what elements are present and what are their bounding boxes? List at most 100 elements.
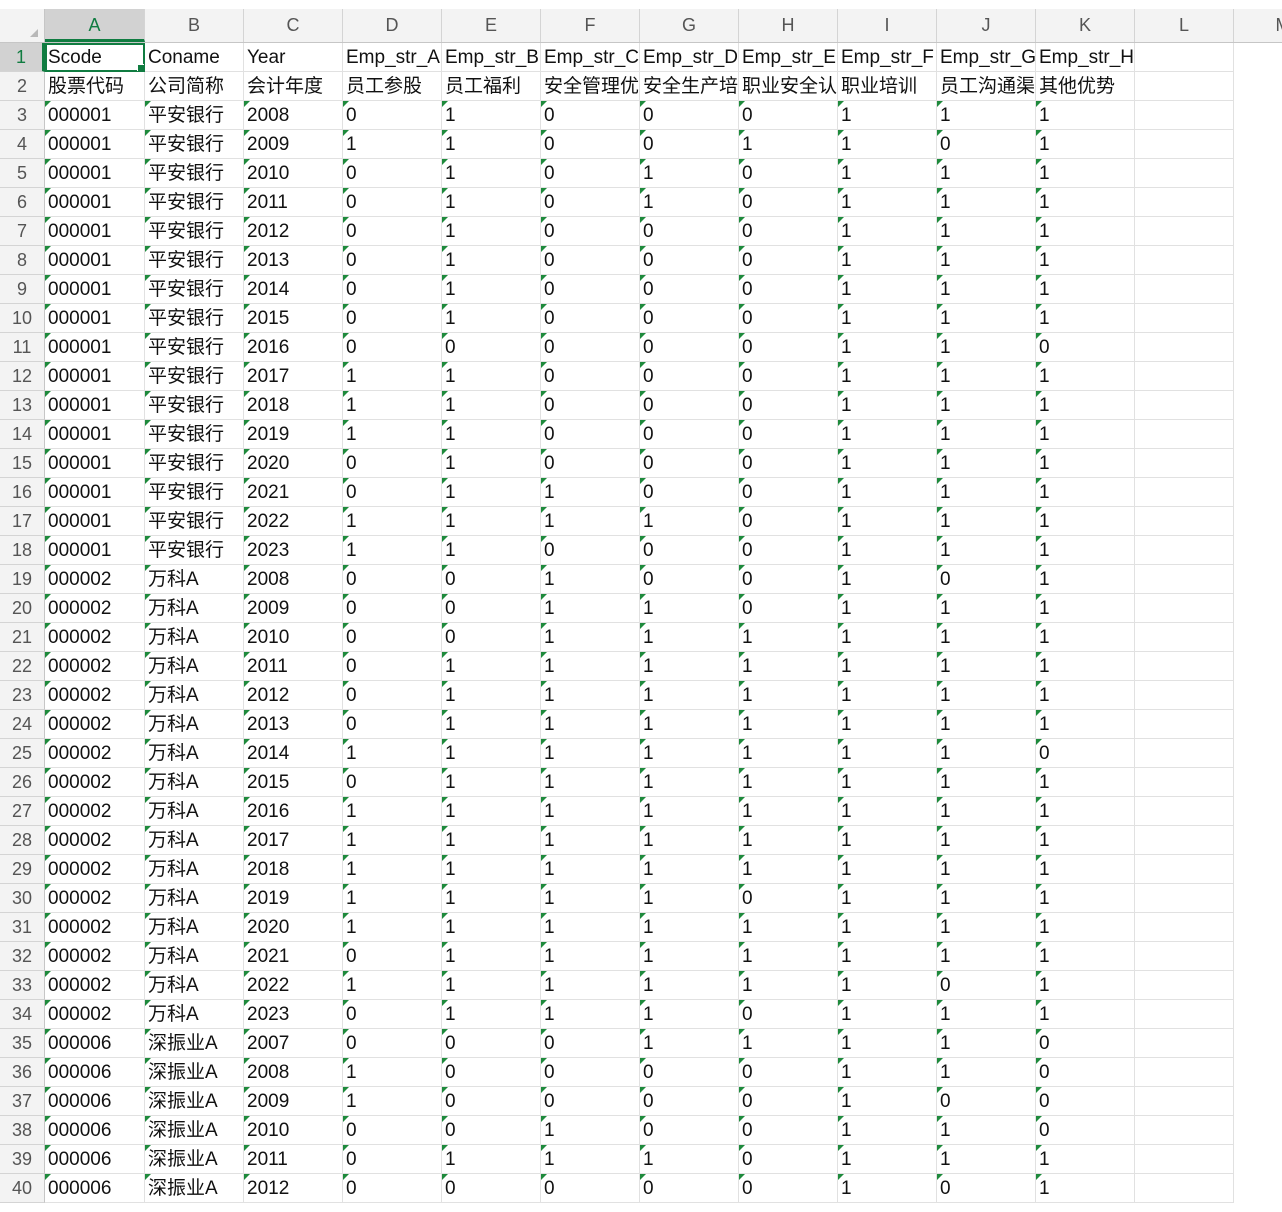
cell-k30[interactable]: 1: [1036, 884, 1135, 913]
cell-a23[interactable]: 000002: [45, 681, 145, 710]
cell-a35[interactable]: 000006: [45, 1029, 145, 1058]
cell-c2[interactable]: 会计年度: [244, 72, 343, 101]
cell-f22[interactable]: 1: [541, 652, 640, 681]
cell-b16[interactable]: 平安银行: [145, 478, 244, 507]
cell-k29[interactable]: 1: [1036, 855, 1135, 884]
cell-c16[interactable]: 2021: [244, 478, 343, 507]
cell-e15[interactable]: 1: [442, 449, 541, 478]
cell-k20[interactable]: 1: [1036, 594, 1135, 623]
cell-j34[interactable]: 1: [937, 1000, 1036, 1029]
cell-i6[interactable]: 1: [838, 188, 937, 217]
cell-h25[interactable]: 1: [739, 739, 838, 768]
cell-b11[interactable]: 平安银行: [145, 333, 244, 362]
cell-l37[interactable]: [1135, 1087, 1234, 1116]
cell-k9[interactable]: 1: [1036, 275, 1135, 304]
cell-l3[interactable]: [1135, 101, 1234, 130]
cell-b7[interactable]: 平安银行: [145, 217, 244, 246]
cell-d22[interactable]: 0: [343, 652, 442, 681]
cell-e30[interactable]: 1: [442, 884, 541, 913]
cell-e7[interactable]: 1: [442, 217, 541, 246]
cell-k2[interactable]: 其他优势: [1036, 72, 1135, 101]
cell-k15[interactable]: 1: [1036, 449, 1135, 478]
row-header-33[interactable]: 33: [0, 971, 45, 1000]
cell-b35[interactable]: 深振业A: [145, 1029, 244, 1058]
row-header-39[interactable]: 39: [0, 1145, 45, 1174]
cell-k1[interactable]: Emp_str_H: [1036, 43, 1135, 72]
cell-h32[interactable]: 1: [739, 942, 838, 971]
cell-j13[interactable]: 1: [937, 391, 1036, 420]
cell-g39[interactable]: 1: [640, 1145, 739, 1174]
cell-l33[interactable]: [1135, 971, 1234, 1000]
row-header-5[interactable]: 5: [0, 159, 45, 188]
cell-b31[interactable]: 万科A: [145, 913, 244, 942]
cell-l7[interactable]: [1135, 217, 1234, 246]
cell-l9[interactable]: [1135, 275, 1234, 304]
cell-h1[interactable]: Emp_str_E: [739, 43, 838, 72]
cell-k24[interactable]: 1: [1036, 710, 1135, 739]
cell-f30[interactable]: 1: [541, 884, 640, 913]
cell-l24[interactable]: [1135, 710, 1234, 739]
cell-c15[interactable]: 2020: [244, 449, 343, 478]
cell-g40[interactable]: 0: [640, 1174, 739, 1203]
cell-c1[interactable]: Year: [244, 43, 343, 72]
cell-j26[interactable]: 1: [937, 768, 1036, 797]
cell-k21[interactable]: 1: [1036, 623, 1135, 652]
cell-b8[interactable]: 平安银行: [145, 246, 244, 275]
cell-j10[interactable]: 1: [937, 304, 1036, 333]
cell-d27[interactable]: 1: [343, 797, 442, 826]
row-header-14[interactable]: 14: [0, 420, 45, 449]
cell-b3[interactable]: 平安银行: [145, 101, 244, 130]
cell-b1[interactable]: Coname: [145, 43, 244, 72]
cell-g35[interactable]: 1: [640, 1029, 739, 1058]
cell-i3[interactable]: 1: [838, 101, 937, 130]
row-header-28[interactable]: 28: [0, 826, 45, 855]
cell-e40[interactable]: 0: [442, 1174, 541, 1203]
cell-e2[interactable]: 员工福利: [442, 72, 541, 101]
cell-e21[interactable]: 0: [442, 623, 541, 652]
cell-k22[interactable]: 1: [1036, 652, 1135, 681]
row-header-11[interactable]: 11: [0, 333, 45, 362]
cell-f18[interactable]: 0: [541, 536, 640, 565]
cell-h7[interactable]: 0: [739, 217, 838, 246]
cell-h23[interactable]: 1: [739, 681, 838, 710]
cell-b39[interactable]: 深振业A: [145, 1145, 244, 1174]
cell-j16[interactable]: 1: [937, 478, 1036, 507]
cell-j8[interactable]: 1: [937, 246, 1036, 275]
row-header-4[interactable]: 4: [0, 130, 45, 159]
cell-c24[interactable]: 2013: [244, 710, 343, 739]
cell-l6[interactable]: [1135, 188, 1234, 217]
cell-l26[interactable]: [1135, 768, 1234, 797]
cell-b18[interactable]: 平安银行: [145, 536, 244, 565]
cell-g38[interactable]: 0: [640, 1116, 739, 1145]
cell-f24[interactable]: 1: [541, 710, 640, 739]
cell-l18[interactable]: [1135, 536, 1234, 565]
cell-d1[interactable]: Emp_str_A: [343, 43, 442, 72]
cell-j7[interactable]: 1: [937, 217, 1036, 246]
cell-e31[interactable]: 1: [442, 913, 541, 942]
cell-l27[interactable]: [1135, 797, 1234, 826]
cell-g8[interactable]: 0: [640, 246, 739, 275]
cell-i22[interactable]: 1: [838, 652, 937, 681]
cell-k27[interactable]: 1: [1036, 797, 1135, 826]
row-header-29[interactable]: 29: [0, 855, 45, 884]
cell-f3[interactable]: 0: [541, 101, 640, 130]
cell-f16[interactable]: 1: [541, 478, 640, 507]
cell-j6[interactable]: 1: [937, 188, 1036, 217]
cell-e11[interactable]: 0: [442, 333, 541, 362]
column-header-f[interactable]: F: [541, 9, 640, 42]
cell-a20[interactable]: 000002: [45, 594, 145, 623]
cell-g32[interactable]: 1: [640, 942, 739, 971]
cell-c31[interactable]: 2020: [244, 913, 343, 942]
cell-i20[interactable]: 1: [838, 594, 937, 623]
cell-l23[interactable]: [1135, 681, 1234, 710]
cell-j12[interactable]: 1: [937, 362, 1036, 391]
cell-h6[interactable]: 0: [739, 188, 838, 217]
cell-e8[interactable]: 1: [442, 246, 541, 275]
cell-e27[interactable]: 1: [442, 797, 541, 826]
cell-g37[interactable]: 0: [640, 1087, 739, 1116]
row-header-31[interactable]: 31: [0, 913, 45, 942]
cell-d3[interactable]: 0: [343, 101, 442, 130]
cell-c20[interactable]: 2009: [244, 594, 343, 623]
cell-d9[interactable]: 0: [343, 275, 442, 304]
cell-h27[interactable]: 1: [739, 797, 838, 826]
